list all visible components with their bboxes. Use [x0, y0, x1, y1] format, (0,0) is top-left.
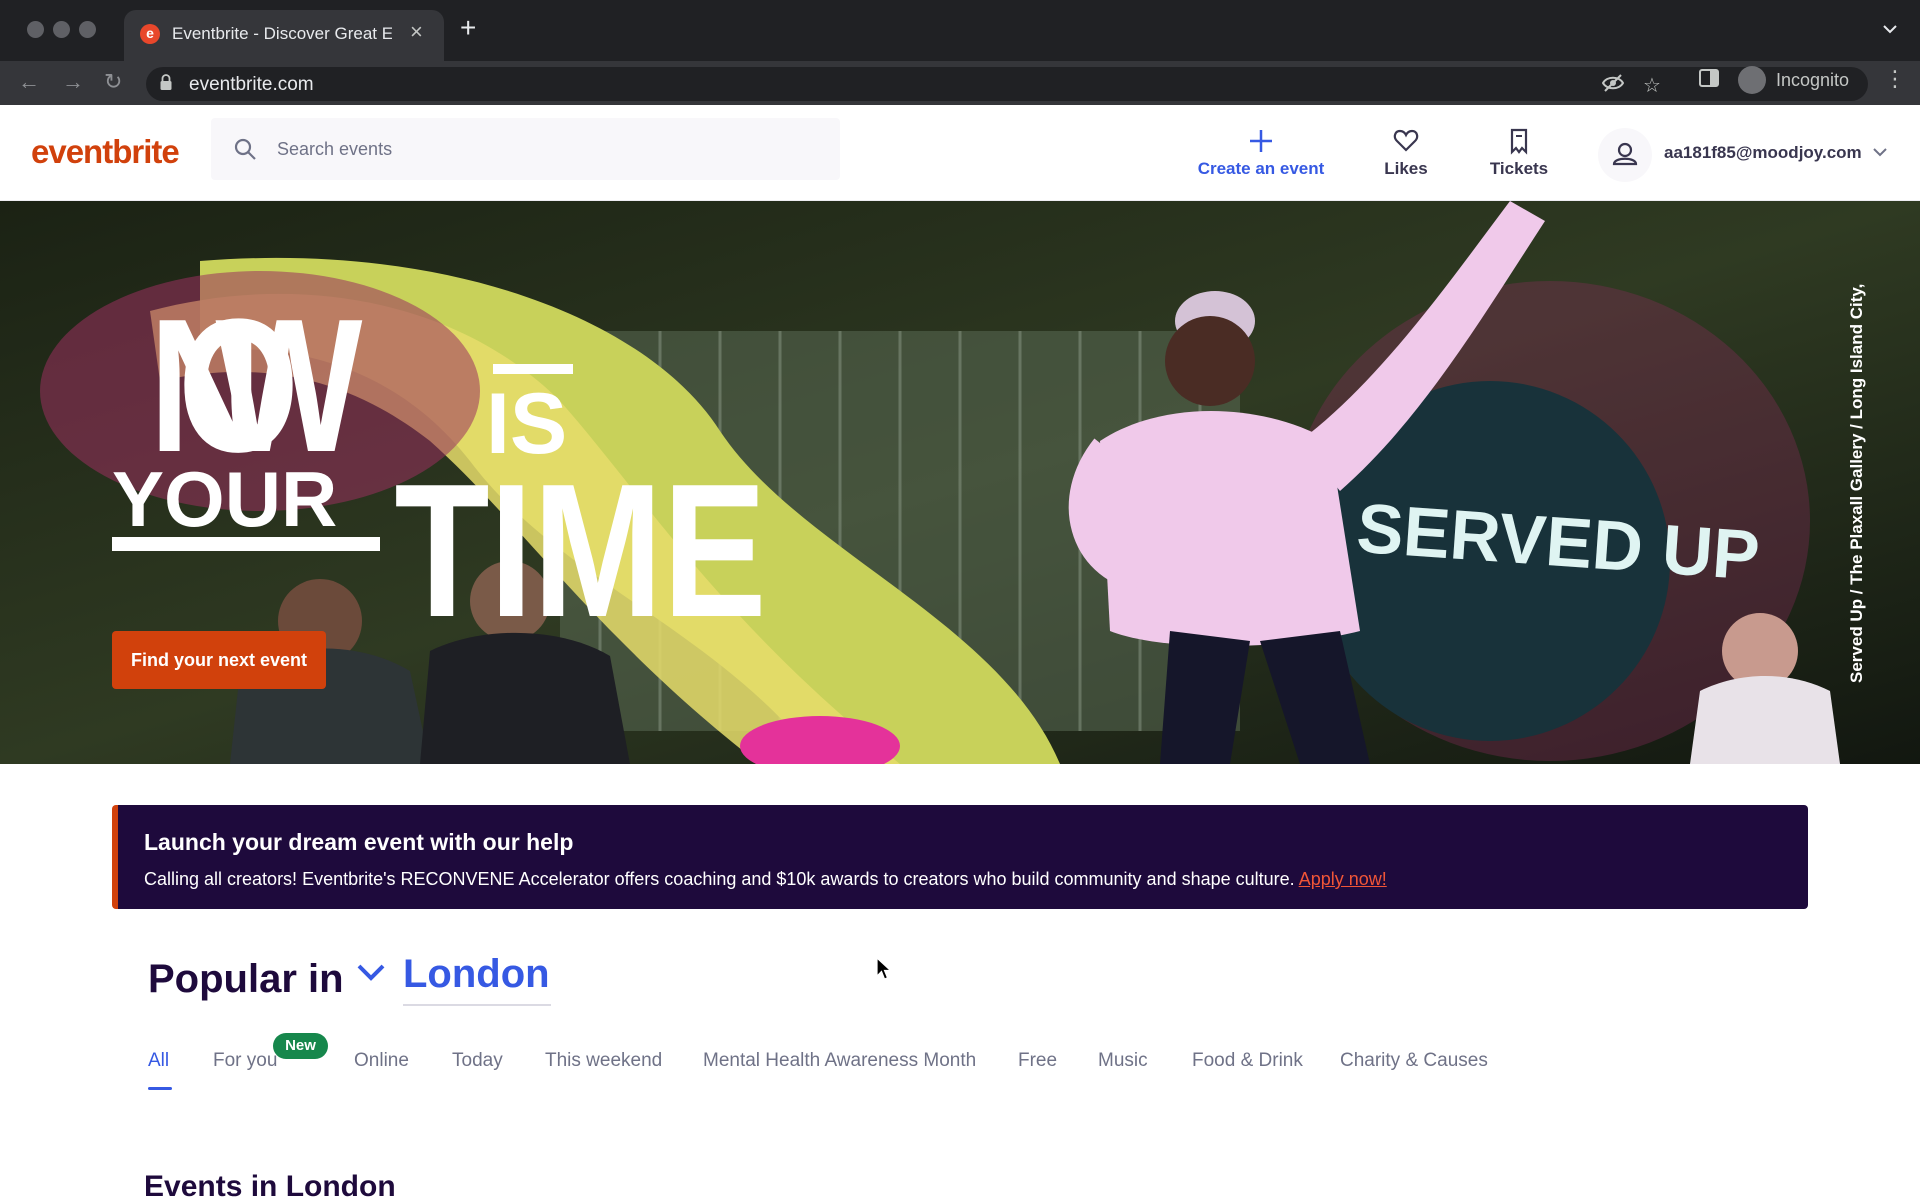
- active-tab-indicator: [148, 1087, 172, 1090]
- url-text: eventbrite.com: [189, 74, 314, 95]
- tab-this-weekend[interactable]: This weekend: [545, 1050, 662, 1072]
- accelerator-banner: Launch your dream event with our help Ca…: [112, 805, 1808, 909]
- tab-for-you[interactable]: For you: [213, 1050, 277, 1072]
- window-minimize-button[interactable]: [53, 21, 70, 38]
- popular-heading: Popular in: [148, 957, 344, 1001]
- window-close-button[interactable]: [27, 21, 44, 38]
- hero-headline-time: TIME: [394, 444, 766, 656]
- tab-online[interactable]: Online: [354, 1050, 409, 1072]
- window-zoom-button[interactable]: [79, 21, 96, 38]
- account-email[interactable]: aa181f85@moodjoy.com: [1664, 143, 1862, 163]
- hero-headline-your: YOUR: [112, 455, 337, 543]
- apply-now-link[interactable]: Apply now!: [1299, 869, 1387, 889]
- hero-banner: SERVED UP NOW IS YOUR TIME Find your nex…: [0, 201, 1920, 764]
- eventbrite-logo[interactable]: eventbrite: [31, 133, 180, 171]
- reload-icon[interactable]: ↻: [104, 69, 122, 95]
- browser-toolbar: ← → ↻ eventbrite.com ☆: [0, 61, 1920, 105]
- banner-text: Calling all creators! Eventbrite's RECON…: [144, 869, 1387, 890]
- search-icon: [234, 138, 256, 160]
- photo-credit-text: Served Up / The Plaxall Gallery / Long I…: [1847, 283, 1866, 683]
- new-tab-button[interactable]: +: [460, 14, 476, 42]
- plus-icon: [1250, 130, 1272, 152]
- search-bar[interactable]: [211, 118, 840, 180]
- tab-close-icon[interactable]: ×: [410, 19, 423, 45]
- tab-free[interactable]: Free: [1018, 1050, 1057, 1072]
- tab-food-drink[interactable]: Food & Drink: [1192, 1050, 1303, 1072]
- lock-icon: [160, 74, 172, 90]
- user-icon: [1612, 142, 1638, 166]
- eventbrite-favicon-icon: e: [140, 24, 160, 44]
- likes-link[interactable]: Likes: [1376, 127, 1436, 179]
- create-event-label: Create an event: [1197, 159, 1325, 178]
- side-panel-icon[interactable]: [1699, 69, 1719, 93]
- location-chevron-down-icon[interactable]: [355, 960, 387, 984]
- heart-icon: [1393, 129, 1419, 152]
- events-heading: Events in London: [144, 1170, 396, 1203]
- bookmark-star-icon[interactable]: ☆: [1643, 73, 1661, 98]
- tab-search-chevron-icon[interactable]: [1882, 18, 1898, 39]
- incognito-avatar-icon[interactable]: [1738, 66, 1766, 94]
- photo-credit: Served Up / The Plaxall Gallery / Long I…: [1847, 283, 1866, 683]
- browser-tabbar: e Eventbrite - Discover Great Events × +: [0, 0, 1920, 61]
- search-input[interactable]: [277, 118, 817, 180]
- browser-tab-active[interactable]: e Eventbrite - Discover Great Events ×: [124, 10, 444, 61]
- forward-arrow-icon[interactable]: →: [62, 69, 84, 95]
- tab-music[interactable]: Music: [1098, 1050, 1148, 1072]
- create-event-link[interactable]: Create an event: [1196, 127, 1326, 179]
- banner-body: Calling all creators! Eventbrite's RECON…: [144, 869, 1295, 889]
- tickets-link[interactable]: Tickets: [1486, 127, 1552, 179]
- incognito-label[interactable]: Incognito: [1776, 70, 1849, 91]
- tab-mental-health[interactable]: Mental Health Awareness Month: [703, 1050, 976, 1072]
- eye-off-icon[interactable]: [1601, 73, 1625, 99]
- account-chevron-down-icon[interactable]: [1872, 147, 1888, 157]
- location-selector[interactable]: London: [403, 952, 551, 1006]
- banner-title: Launch your dream event with our help: [144, 829, 574, 855]
- mouse-cursor-icon: [876, 957, 892, 980]
- back-arrow-icon[interactable]: ←: [18, 69, 40, 95]
- address-bar[interactable]: eventbrite.com ☆: [146, 67, 1868, 101]
- find-next-event-button[interactable]: Find your next event: [112, 631, 326, 689]
- likes-label: Likes: [1384, 159, 1428, 178]
- ticket-icon: [1510, 128, 1528, 155]
- tab-charity-causes[interactable]: Charity & Causes: [1340, 1050, 1488, 1072]
- tickets-label: Tickets: [1489, 159, 1549, 178]
- account-avatar[interactable]: [1598, 128, 1652, 182]
- tab-all[interactable]: All: [148, 1050, 169, 1072]
- tab-title: Eventbrite - Discover Great Events: [172, 24, 392, 43]
- site-header: eventbrite Create an event Likes Tickets: [0, 105, 1920, 201]
- browser-menu-icon[interactable]: ⋮: [1884, 66, 1906, 92]
- tab-today[interactable]: Today: [452, 1050, 503, 1072]
- new-badge: New: [273, 1033, 328, 1059]
